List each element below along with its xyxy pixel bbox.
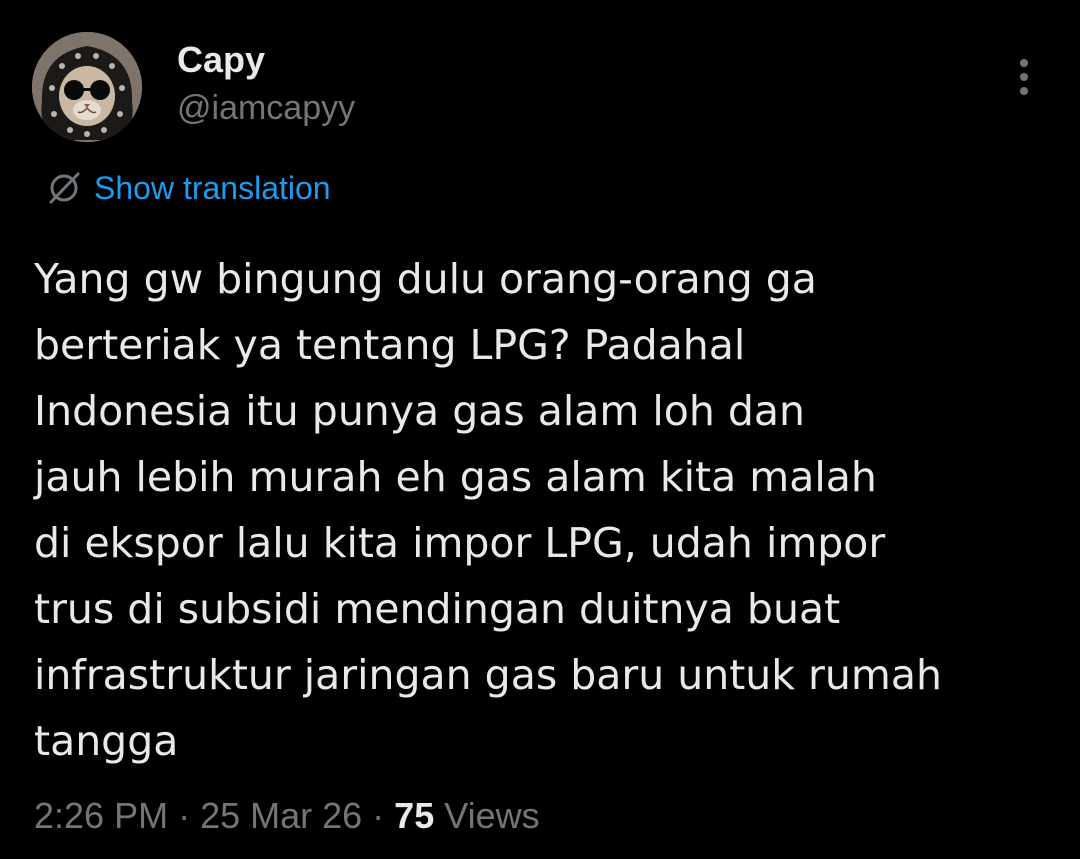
views-count[interactable]: 75	[394, 792, 434, 840]
views-label[interactable]: Views	[444, 792, 539, 840]
tweet-time[interactable]: 2:26 PM	[34, 792, 168, 840]
more-options-icon	[1020, 59, 1028, 95]
user-handle[interactable]: @iamcapyy	[177, 86, 355, 130]
globe-slash-icon	[44, 168, 84, 208]
meta-separator: ·	[372, 795, 385, 836]
tweet: Capy @iamcapyy Show translation Yang gw …	[0, 0, 1080, 859]
show-translation-label: Show translation	[94, 170, 331, 206]
author-block: Capy @iamcapyy	[177, 38, 355, 130]
display-name[interactable]: Capy	[177, 38, 355, 82]
tweet-date[interactable]: 25 Mar 26	[200, 792, 362, 840]
avatar-image	[32, 32, 142, 142]
meta-separator: ·	[178, 795, 191, 836]
tweet-meta: 2:26 PM · 25 Mar 26 · 75 Views	[34, 792, 540, 840]
tweet-text: Yang gw bingung dulu orang-orang ga bert…	[34, 255, 942, 765]
avatar[interactable]	[32, 32, 142, 142]
show-translation-link[interactable]: Show translation	[44, 168, 331, 208]
more-options-button[interactable]	[1002, 50, 1046, 104]
